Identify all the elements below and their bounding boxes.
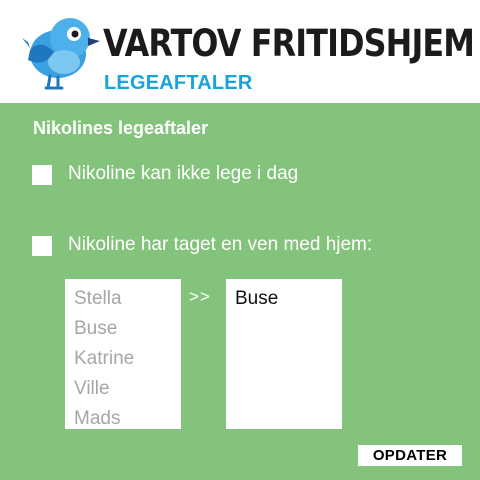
section-title: Nikolines legeaftaler [33, 118, 209, 138]
list-item[interactable]: Buse [74, 314, 181, 344]
page-subtitle: LEGEAFTALER [104, 72, 253, 94]
list-item[interactable]: Mads [74, 404, 181, 434]
list-item[interactable]: Katrine [74, 344, 181, 374]
cannot-play-checkbox[interactable] [32, 165, 52, 185]
list-item[interactable]: Stella [74, 284, 181, 314]
available-friends-list[interactable]: Stella Buse Katrine Ville Mads [65, 279, 181, 429]
brought-friend-checkbox[interactable] [32, 236, 52, 256]
app-title: VARTOV FRITIDSHJEM [103, 22, 475, 65]
list-item[interactable]: Ville [74, 374, 181, 404]
cannot-play-label: Nikoline kan ikke lege i dag [68, 163, 299, 184]
move-right-button[interactable]: >> [189, 287, 211, 307]
list-item[interactable]: Buse [235, 284, 342, 314]
playdate-panel: Nikolines legeaftaler Nikoline kan ikke … [0, 103, 480, 480]
selected-friends-list[interactable]: Buse [226, 279, 342, 429]
header: VARTOV FRITIDSHJEM LEGEAFTALER [0, 0, 480, 103]
update-button[interactable]: OPDATER [358, 445, 462, 466]
bird-icon [22, 18, 100, 90]
brought-friend-label: Nikoline har taget en ven med hjem: [68, 234, 373, 255]
